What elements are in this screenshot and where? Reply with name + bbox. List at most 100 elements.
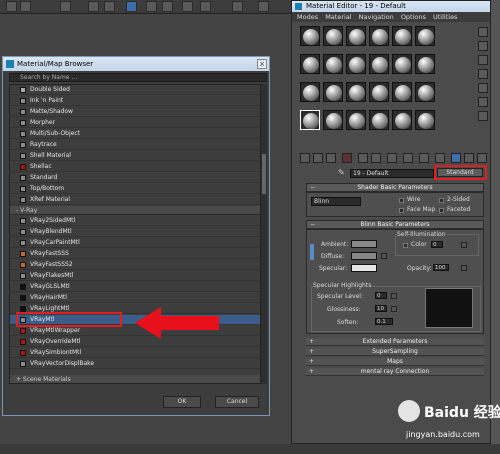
menu-material[interactable]: Material (325, 13, 351, 21)
self-illum-color-checkbox[interactable] (403, 243, 408, 248)
go-to-parent-icon[interactable] (451, 153, 461, 163)
toolbar-icon[interactable] (88, 1, 99, 12)
go-forward-icon[interactable] (464, 153, 474, 163)
sample-slot[interactable] (346, 26, 366, 46)
material-list-item[interactable]: Double Sided (10, 85, 260, 95)
dialog-titlebar[interactable]: Material/Map Browser × (3, 57, 269, 71)
rollout-maps[interactable]: + Maps (306, 358, 484, 366)
material-list-item[interactable]: VRayVectorDisplBake (10, 359, 260, 369)
sample-slot[interactable] (392, 82, 412, 102)
face-map-checkbox[interactable] (399, 208, 404, 213)
material-list-item[interactable]: Matte/Shadow (10, 107, 260, 117)
material-list[interactable]: Double Sided Ink 'n Paint Matte/Shadow Morp… (9, 84, 261, 384)
sample-slot[interactable] (369, 54, 389, 74)
scrollbar-thumb[interactable] (262, 154, 266, 194)
rollout-supersampling[interactable]: + SuperSampling (306, 348, 484, 356)
material-list-item[interactable]: VRayFlakesMtl (10, 271, 260, 281)
material-list-item[interactable]: VRayFastSSS2 (10, 260, 260, 270)
background-icon[interactable] (478, 55, 488, 65)
assign-to-selection-icon[interactable] (326, 153, 336, 163)
opacity-map-button[interactable] (461, 265, 467, 271)
get-material-icon[interactable] (300, 153, 310, 163)
sample-slot[interactable] (323, 110, 343, 130)
menu-options[interactable]: Options (401, 13, 426, 21)
material-list-item[interactable]: VRaySimbiontMtl (10, 348, 260, 358)
sample-slot[interactable] (323, 82, 343, 102)
put-to-library-icon[interactable] (387, 153, 397, 163)
menu-modes[interactable]: Modes (297, 13, 318, 21)
sample-slot[interactable] (300, 110, 320, 130)
sample-slot[interactable] (415, 54, 435, 74)
shader-select[interactable]: Blinn (311, 197, 361, 206)
material-list-item[interactable]: VRayCarPaintMtl (10, 238, 260, 248)
rollout-blinn-basic-parameters[interactable]: − Blinn Basic Parameters (306, 220, 484, 229)
material-list-item[interactable]: VRayHairMtl (10, 293, 260, 303)
material-list-item[interactable]: Standard (10, 173, 260, 183)
rollout-extended-parameters[interactable]: + Extended Parameters (306, 338, 484, 346)
sample-slot[interactable] (392, 54, 412, 74)
material-list-item[interactable]: Multi/Sub-Object (10, 129, 260, 139)
sample-slot[interactable] (346, 54, 366, 74)
material-list-item[interactable]: Shellac (10, 162, 260, 172)
editor-titlebar[interactable]: Material Editor - 19 - Default (292, 1, 490, 12)
material-type-button[interactable]: Standard (437, 168, 483, 177)
toolbar-icon[interactable] (126, 1, 137, 12)
sample-type-icon[interactable] (478, 27, 488, 37)
sample-slot[interactable] (323, 54, 343, 74)
ok-button[interactable]: OK (163, 396, 201, 408)
sample-slot[interactable] (415, 26, 435, 46)
uv-tiling-icon[interactable] (478, 69, 488, 79)
make-preview-icon[interactable] (478, 97, 488, 107)
show-map-icon[interactable] (419, 153, 429, 163)
material-list-item[interactable]: VRay2SidedMtl (10, 216, 260, 226)
sample-slot[interactable] (392, 26, 412, 46)
lock-icon[interactable] (310, 244, 314, 260)
two-sided-checkbox[interactable] (439, 198, 444, 203)
sample-slot[interactable] (300, 82, 320, 102)
toolbar-icon[interactable] (6, 1, 17, 12)
video-check-icon[interactable] (478, 83, 488, 93)
opacity-spinner[interactable]: 100 (433, 264, 449, 271)
options-icon[interactable] (478, 111, 488, 121)
vertical-scrollbar[interactable] (261, 84, 267, 384)
reset-map-icon[interactable] (342, 153, 352, 163)
sample-slot[interactable] (392, 110, 412, 130)
material-name-field[interactable]: 19 - Default (350, 169, 434, 178)
put-to-scene-icon[interactable] (313, 153, 323, 163)
toolbar-icon[interactable] (60, 1, 71, 12)
material-list-item[interactable]: VRayGLSLMtl (10, 282, 260, 292)
toolbar-icon[interactable] (162, 1, 173, 12)
sample-slot[interactable] (415, 82, 435, 102)
material-list-item[interactable]: XRef Material (10, 195, 260, 205)
sample-slot[interactable] (369, 110, 389, 130)
material-list-item[interactable]: VRayBlendMtl (10, 227, 260, 237)
search-input[interactable]: Search by Name ... (9, 73, 267, 82)
wire-checkbox[interactable] (399, 198, 404, 203)
specular-level-spinner[interactable]: 0 (375, 292, 387, 299)
menu-utilities[interactable]: Utilities (433, 13, 457, 21)
sample-slot[interactable] (323, 26, 343, 46)
sample-slot[interactable] (346, 82, 366, 102)
sample-slot[interactable] (346, 110, 366, 130)
toolbar-icon[interactable] (200, 1, 211, 12)
glossiness-spinner[interactable]: 10 (375, 305, 387, 312)
faceted-checkbox[interactable] (439, 208, 444, 213)
toolbar-icon[interactable] (258, 1, 269, 12)
toolbar-icon[interactable] (232, 1, 243, 12)
sample-slot[interactable] (300, 26, 320, 46)
toolbar-icon[interactable] (104, 1, 115, 12)
make-unique-icon[interactable] (371, 153, 381, 163)
material-list-item[interactable]: Ink 'n Paint (10, 96, 260, 106)
rollout-shader-basic-parameters[interactable]: − Shader Basic Parameters (306, 183, 484, 192)
sample-slot[interactable] (415, 110, 435, 130)
rollout-mental-ray-connection[interactable]: + mental ray Connection (306, 368, 484, 376)
copy-material-icon[interactable] (358, 153, 368, 163)
specular-color-swatch[interactable] (351, 264, 377, 272)
select-by-material-icon[interactable] (477, 153, 487, 163)
self-illum-map-button[interactable] (461, 242, 467, 248)
cancel-button[interactable]: Cancel (215, 396, 259, 408)
self-illum-spinner[interactable]: 0 (431, 241, 443, 248)
eyedropper-icon[interactable]: ✎ (338, 168, 345, 177)
soften-spinner[interactable]: 0.1 (375, 318, 393, 325)
material-list-item[interactable]: Raytrace (10, 140, 260, 150)
